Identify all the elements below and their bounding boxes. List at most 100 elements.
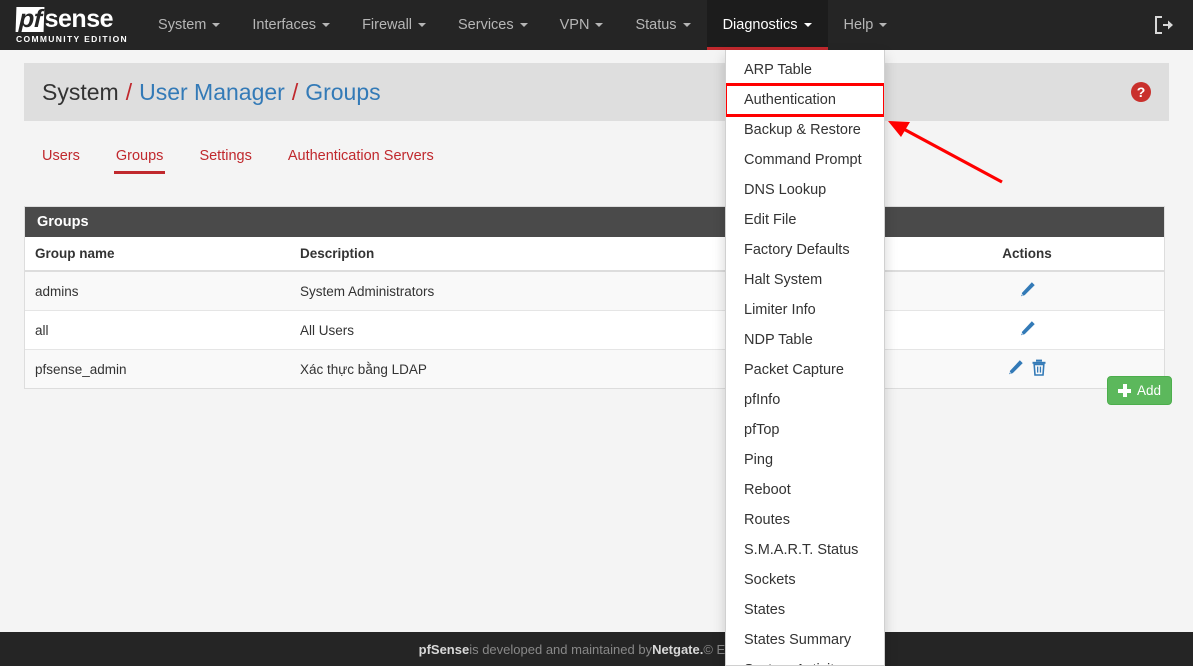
groups-panel: Groups Group name Description Member Cou…	[24, 206, 1165, 389]
menu-item-pftop[interactable]: pfTop	[726, 415, 884, 445]
add-button-label: Add	[1137, 383, 1162, 398]
tab-authentication-servers[interactable]: Authentication Servers	[270, 144, 452, 174]
table-body: admins System Administrators 1 all All U…	[25, 271, 1164, 388]
column-header-actions: Actions	[890, 237, 1164, 272]
nav-item-help-label: Help	[843, 17, 874, 33]
tab-users-label: Users	[42, 148, 80, 164]
menu-item-authentication[interactable]: Authentication	[726, 83, 884, 117]
question-mark-icon: ?	[1131, 82, 1151, 102]
nav-item-system[interactable]: System	[142, 0, 236, 50]
tab-groups-label: Groups	[115, 148, 164, 164]
menu-item-factory-defaults[interactable]: Factory Defaults	[726, 235, 884, 265]
tab-bar: Users Groups Settings Authentication Ser…	[24, 144, 1169, 182]
nav-item-interfaces-label: Interfaces	[252, 17, 317, 33]
menu-item-limiter-info[interactable]: Limiter Info	[726, 295, 884, 325]
nav-item-interfaces[interactable]: Interfaces	[236, 0, 346, 50]
table-row[interactable]: all All Users 1	[25, 310, 1164, 350]
column-header-description: Description	[290, 237, 675, 272]
breadcrumb: System / User Manager / Groups	[42, 79, 381, 106]
table-header-row: Group name Description Member Count Acti…	[25, 237, 1164, 272]
tab-groups[interactable]: Groups	[98, 144, 182, 174]
menu-item-pfinfo[interactable]: pfInfo	[726, 385, 884, 415]
nav-item-status[interactable]: Status	[619, 0, 706, 50]
table-row[interactable]: admins System Administrators 1	[25, 271, 1164, 311]
cell-actions	[890, 271, 1164, 311]
nav-item-system-label: System	[158, 17, 207, 33]
nav-item-diagnostics[interactable]: Diagnostics	[706, 0, 828, 50]
nav-item-status-label: Status	[635, 17, 677, 33]
cell-group-name: pfsense_admin	[35, 361, 127, 377]
delete-trash-icon[interactable]	[1031, 359, 1047, 379]
plus-icon	[1118, 384, 1131, 397]
breadcrumb-groups[interactable]: Groups	[305, 79, 380, 106]
panel-heading: Groups	[25, 207, 1164, 237]
logo-wordmark: pfsense	[15, 4, 128, 33]
chevron-down-icon	[803, 23, 812, 27]
nav-item-diagnostics-label: Diagnostics	[722, 17, 798, 33]
edit-pencil-icon[interactable]	[1019, 281, 1036, 301]
logo-sense-text: sense	[44, 4, 114, 33]
menu-item-system-activity[interactable]: System Activity	[726, 655, 884, 665]
breadcrumb-user-manager[interactable]: User Manager	[139, 79, 285, 106]
menu-item-routes[interactable]: Routes	[726, 505, 884, 535]
top-navbar: pfsense COMMUNITY EDITION System Interfa…	[0, 0, 1193, 50]
menu-item-smart-status[interactable]: S.M.A.R.T. Status	[726, 535, 884, 565]
footer: pfSense is developed and maintained by N…	[0, 632, 1193, 666]
chevron-down-icon	[879, 23, 888, 27]
footer-company[interactable]: Netgate.	[652, 642, 703, 657]
chevron-down-icon	[682, 23, 691, 27]
nav-item-services[interactable]: Services	[442, 0, 544, 50]
chevron-down-icon	[322, 23, 331, 27]
nav-item-vpn[interactable]: VPN	[544, 0, 620, 50]
help-button[interactable]: ?	[1131, 82, 1151, 102]
footer-brand: pfSense	[418, 641, 470, 657]
nav-item-help[interactable]: Help	[828, 0, 904, 50]
footer-middle-text: is developed and maintained by	[469, 641, 653, 657]
breadcrumb-bar: System / User Manager / Groups ?	[24, 63, 1169, 121]
logo-subtitle: COMMUNITY EDITION	[16, 33, 129, 44]
menu-item-states[interactable]: States	[726, 595, 884, 625]
table-row[interactable]: pfsense_admin Xác thực bằng LDAP 0	[25, 349, 1164, 388]
breadcrumb-system: System	[42, 78, 119, 105]
menu-item-edit-file[interactable]: Edit File	[726, 205, 884, 235]
cell-description: Xác thực bằng LDAP	[300, 361, 427, 377]
menu-item-arp-table[interactable]: ARP Table	[726, 55, 884, 85]
menu-item-states-summary[interactable]: States Summary	[726, 625, 884, 655]
menu-item-packet-capture[interactable]: Packet Capture	[726, 355, 884, 385]
nav-item-vpn-label: VPN	[559, 17, 590, 33]
menu-item-reboot[interactable]: Reboot	[726, 475, 884, 505]
logout-icon[interactable]	[1153, 15, 1175, 35]
column-header-group-name: Group name	[25, 237, 290, 272]
chevron-down-icon	[212, 23, 221, 27]
menu-item-backup-restore[interactable]: Backup & Restore	[726, 115, 884, 145]
tab-settings[interactable]: Settings	[181, 144, 269, 174]
menu-item-command-prompt[interactable]: Command Prompt	[726, 145, 884, 175]
add-button[interactable]: Add	[1107, 376, 1173, 405]
menu-item-ndp-table[interactable]: NDP Table	[726, 325, 884, 355]
edit-pencil-icon[interactable]	[1007, 359, 1024, 379]
tab-settings-label: Settings	[199, 148, 252, 164]
pfsense-logo[interactable]: pfsense COMMUNITY EDITION	[15, 4, 129, 44]
cell-group-name: admins	[25, 271, 290, 311]
tab-users[interactable]: Users	[24, 144, 98, 174]
menu-item-ping[interactable]: Ping	[726, 445, 884, 475]
cell-description: All Users	[290, 310, 675, 350]
menu-item-sockets[interactable]: Sockets	[726, 565, 884, 595]
tab-authentication-servers-label: Authentication Servers	[287, 148, 434, 164]
groups-table: Group name Description Member Count Acti…	[25, 237, 1164, 388]
menu-item-dns-lookup[interactable]: DNS Lookup	[726, 175, 884, 205]
nav-item-services-label: Services	[458, 17, 514, 33]
cell-actions	[890, 310, 1164, 350]
menu-item-halt-system[interactable]: Halt System	[726, 265, 884, 295]
breadcrumb-separator: /	[125, 78, 133, 105]
nav-item-firewall-label: Firewall	[362, 17, 413, 33]
chevron-down-icon	[418, 23, 427, 27]
breadcrumb-separator: /	[291, 78, 299, 105]
logo-pf-text: pf	[15, 5, 45, 33]
nav-item-firewall[interactable]: Firewall	[346, 0, 442, 50]
edit-pencil-icon[interactable]	[1019, 320, 1036, 340]
diagnostics-dropdown-menu: ARP Table Authentication Backup & Restor…	[725, 50, 885, 666]
chevron-down-icon	[595, 23, 604, 27]
chevron-down-icon	[519, 23, 528, 27]
cell-group-name: all	[25, 310, 290, 350]
